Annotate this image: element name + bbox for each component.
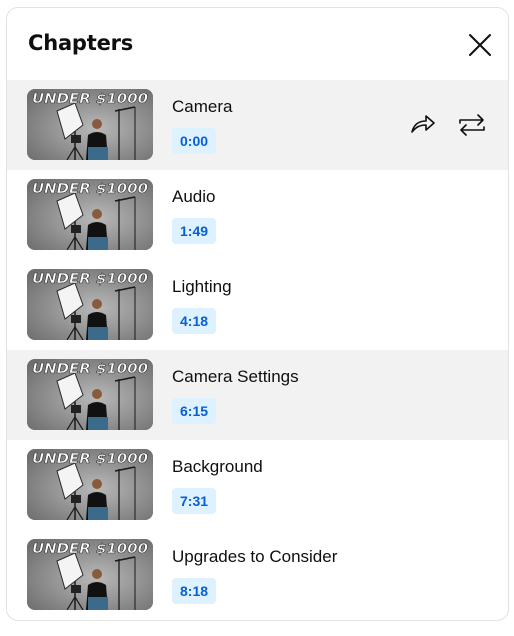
chapter-item[interactable]: UNDER $1000 Camera Settings 6:15 [7,350,508,440]
chapter-title: Upgrades to Consider [172,547,338,566]
chapter-timestamp[interactable]: 0:00 [172,128,217,154]
chapter-item[interactable]: UNDER $1000 Camera 0:00 [7,80,508,170]
svg-text:UNDER $1000: UNDER $1000 [32,182,148,197]
chapter-item[interactable]: UNDER $1000 Lighting 4:18 [7,260,508,350]
chapter-thumbnail: UNDER $1000 [27,179,153,250]
svg-text:UNDER $1000: UNDER $1000 [32,542,148,557]
svg-text:UNDER $1000: UNDER $1000 [32,362,148,377]
chapter-timestamp[interactable]: 8:18 [172,578,217,604]
chapter-item[interactable]: UNDER $1000 Background 7:31 [7,440,508,530]
svg-text:UNDER $1000: UNDER $1000 [32,92,148,107]
repeat-button[interactable] [457,110,487,140]
chapter-thumbnail: UNDER $1000 [27,359,153,430]
chapter-item[interactable]: UNDER $1000 Upgrades to Consider 8:18 [7,530,508,620]
chapter-timestamp[interactable]: 7:31 [172,488,217,514]
svg-text:UNDER $1000: UNDER $1000 [32,272,148,287]
close-icon [469,34,491,56]
chapter-timestamp[interactable]: 1:49 [172,218,217,244]
chapter-title: Lighting [172,277,232,296]
chapter-timestamp[interactable]: 4:18 [172,308,217,334]
svg-text:UNDER $1000: UNDER $1000 [32,452,148,467]
chapter-title: Camera Settings [172,367,299,386]
chapters-panel: Chapters UNDER $1000 Camera 0:00 UNDER $… [6,7,509,621]
chapter-title: Audio [172,187,216,206]
chapter-item[interactable]: UNDER $1000 Audio 1:49 [7,170,508,260]
share-button[interactable] [407,110,437,140]
chapter-thumbnail: UNDER $1000 [27,89,153,160]
panel-title: Chapters [28,31,134,55]
chapter-thumbnail: UNDER $1000 [27,269,153,340]
close-button[interactable] [465,30,495,60]
panel-header: Chapters [7,8,508,80]
chapter-title: Camera [172,97,233,116]
chapter-timestamp[interactable]: 6:15 [172,398,217,424]
share-icon [411,115,435,133]
chapter-list: UNDER $1000 Camera 0:00 UNDER $1000 Audi… [7,80,508,620]
chapter-thumbnail: UNDER $1000 [27,539,153,610]
chapter-title: Background [172,457,263,476]
chapter-thumbnail: UNDER $1000 [27,449,153,520]
repeat-icon [459,114,485,136]
